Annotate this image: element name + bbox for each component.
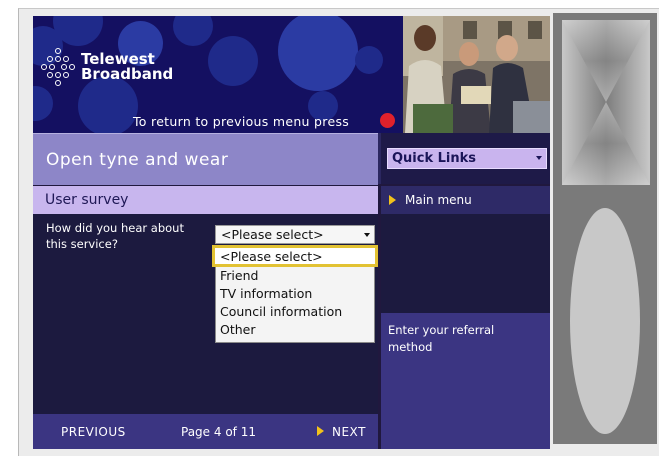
referral-dropdown-list: Friend TV information Council informatio…	[212, 245, 378, 343]
dropdown-option-other[interactable]: Other	[220, 322, 256, 337]
arrow-right-icon	[389, 195, 396, 205]
section-title: User survey	[45, 192, 129, 208]
hint-line1: Enter your referral	[388, 323, 495, 337]
telewest-logo: Telewest Broadband	[41, 48, 173, 86]
arrow-right-icon	[317, 426, 324, 436]
logo-line2: Broadband	[81, 65, 174, 83]
tv-screen: Telewest Broadband To return to previous…	[33, 16, 550, 449]
hint-text: Enter your referral method	[388, 322, 538, 356]
remote-panel	[553, 13, 657, 444]
header-banner: Telewest Broadband To return to previous…	[33, 16, 403, 133]
quick-links-band: Quick Links	[378, 133, 550, 184]
side-panel-empty	[381, 214, 550, 313]
dropdown-option-friend[interactable]: Friend	[220, 268, 258, 283]
remote-panel-top	[562, 20, 650, 185]
pagination-footer: PREVIOUS Page 4 of 11 NEXT	[33, 414, 378, 449]
return-instruction: To return to previous menu press	[133, 114, 350, 129]
chevron-down-icon	[364, 233, 370, 237]
remote-panel-oval	[570, 208, 640, 434]
survey-content: How did you hear about this service? <Pl…	[33, 214, 378, 414]
red-button-icon	[380, 113, 395, 128]
page-indicator: Page 4 of 11	[181, 425, 256, 439]
referral-select-value: <Please select>	[221, 227, 324, 242]
page-title: Open tyne and wear	[46, 150, 229, 170]
hint-line2: method	[388, 340, 433, 354]
quick-links-select[interactable]: Quick Links	[387, 148, 547, 169]
referral-select[interactable]: <Please select>	[215, 225, 375, 244]
previous-button[interactable]: PREVIOUS	[61, 425, 126, 439]
hint-panel: Enter your referral method	[381, 313, 550, 449]
dropdown-option-please-select-label: <Please select>	[220, 249, 323, 264]
header-photo	[403, 16, 550, 133]
main-menu-link[interactable]: Main menu	[381, 186, 550, 214]
page-title-band: Open tyne and wear	[33, 133, 378, 185]
question-line2: this service?	[46, 237, 118, 251]
telewest-logo-icon	[41, 48, 77, 86]
question-line1: How did you hear about	[46, 221, 184, 235]
quick-links-label: Quick Links	[392, 151, 477, 166]
main-menu-label: Main menu	[405, 193, 472, 207]
dropdown-option-tv-information[interactable]: TV information	[220, 286, 312, 301]
survey-question: How did you hear about this service?	[46, 220, 184, 252]
chevron-down-icon	[536, 156, 542, 160]
dropdown-option-please-select[interactable]: <Please select>	[212, 245, 378, 267]
dropdown-option-council-information[interactable]: Council information	[220, 304, 342, 319]
next-button[interactable]: NEXT	[332, 425, 366, 439]
section-header: User survey	[33, 186, 378, 214]
